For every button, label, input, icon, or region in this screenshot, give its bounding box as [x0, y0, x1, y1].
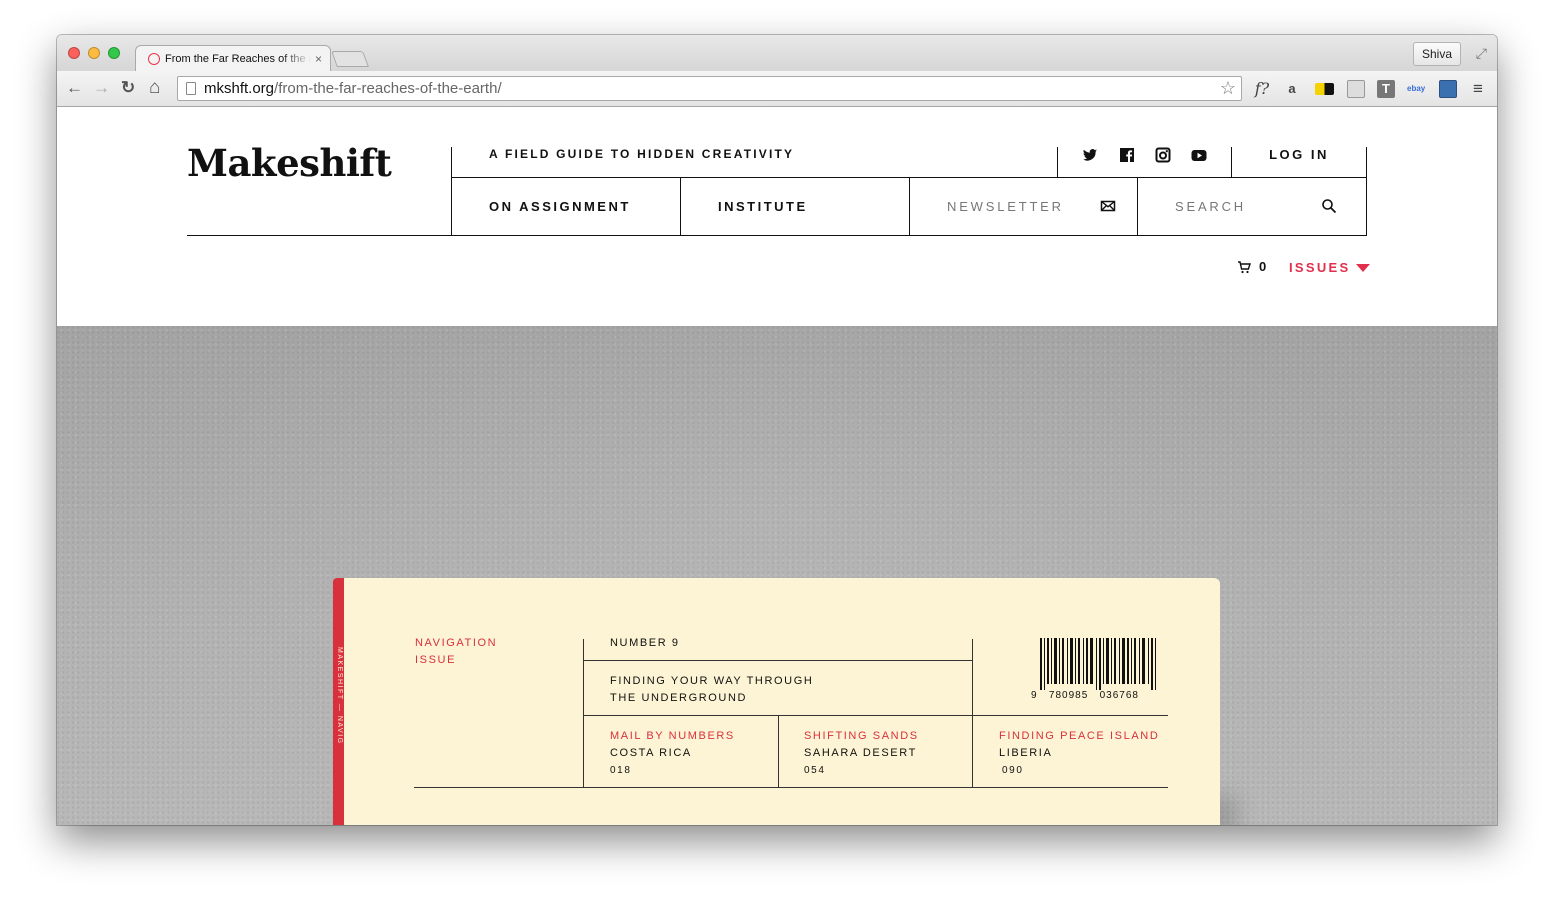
cart-icon	[1238, 260, 1251, 273]
highlight-extension-icon[interactable]	[1315, 83, 1334, 95]
home-icon[interactable]: ⌂	[149, 78, 160, 98]
story-3-title: FINDING PEACE ISLAND	[999, 730, 1160, 742]
header-divider	[451, 147, 452, 236]
window-minimize-button[interactable]	[88, 47, 100, 59]
envelope-icon[interactable]	[1100, 198, 1116, 214]
browser-tab[interactable]: From the Far Reaches of the Earth ×	[135, 45, 331, 72]
browser-toolbar: ← → ↻ ⌂ mkshft.org/from-the-far-reaches-…	[57, 71, 1497, 107]
cover-rule	[583, 660, 973, 661]
bookmark-extension-icon[interactable]	[1439, 80, 1457, 98]
cart-count: 0	[1259, 259, 1267, 274]
header-divider	[1057, 147, 1058, 178]
newsletter-link[interactable]: NEWSLETTER	[947, 178, 1064, 235]
menu-icon[interactable]: ≡	[1469, 80, 1487, 98]
issue-name-line1: NAVIGATION	[415, 637, 498, 649]
url-text: mkshft.org/from-the-far-reaches-of-the-e…	[204, 80, 502, 97]
page-icon	[186, 82, 196, 95]
youtube-icon[interactable]	[1191, 147, 1207, 163]
story-2-title: SHIFTING SANDS	[804, 730, 919, 742]
story-3-page: 090	[1002, 765, 1024, 776]
cover-rule	[778, 715, 779, 788]
bookmark-star-icon[interactable]: ☆	[1220, 78, 1236, 99]
spine-text: MAKESHIFT — NAVIG	[336, 647, 343, 745]
instagram-icon[interactable]	[1155, 147, 1171, 163]
issue-name-line2: ISSUE	[415, 654, 457, 666]
text-extension-icon[interactable]: T	[1377, 80, 1395, 98]
story-1-title: MAIL BY NUMBERS	[610, 730, 735, 742]
story-2-page: 054	[804, 765, 826, 776]
story-3-place: LIBERIA	[999, 747, 1053, 759]
barcode-icon	[1040, 638, 1156, 690]
header-divider	[909, 177, 910, 235]
caret-down-icon	[1356, 263, 1371, 272]
window-close-button[interactable]	[68, 47, 80, 59]
header-divider	[1137, 177, 1138, 235]
feature-title-line1: FINDING YOUR WAY THROUGH	[610, 675, 814, 687]
story-1-place: COSTA RICA	[610, 747, 692, 759]
tab-close-icon[interactable]: ×	[315, 52, 322, 66]
barcode-digits: 9 780985 036768	[1031, 690, 1139, 701]
search-icon[interactable]	[1321, 198, 1337, 214]
back-arrow-icon[interactable]: ←	[66, 78, 83, 98]
cover-rule	[414, 787, 1168, 788]
site-logo[interactable]: Makeshift	[187, 141, 392, 185]
ebay-extension-icon[interactable]: ebay	[1407, 80, 1425, 98]
login-link[interactable]: LOG IN	[1231, 147, 1367, 162]
issue-number: NUMBER 9	[610, 637, 680, 649]
logo-divider	[187, 235, 452, 236]
tab-strip: From the Far Reaches of the Earth × Shiv…	[57, 35, 1497, 72]
makeshift-favicon-icon	[148, 53, 160, 65]
reload-icon[interactable]: ↻	[121, 78, 135, 98]
facebook-icon[interactable]	[1119, 147, 1135, 163]
twitter-icon[interactable]	[1082, 147, 1098, 163]
forward-arrow-icon[interactable]: →	[93, 78, 110, 98]
issues-label: ISSUES	[1289, 260, 1351, 275]
feature-title-line2: THE UNDERGROUND	[610, 692, 748, 704]
issues-dropdown[interactable]: ISSUES	[1289, 260, 1371, 275]
profile-button[interactable]: Shiva	[1412, 42, 1461, 66]
window-zoom-button[interactable]	[108, 47, 120, 59]
search-input[interactable]: SEARCH	[1175, 178, 1246, 235]
header-divider	[680, 177, 681, 235]
fonts-extension-icon[interactable]: f?	[1253, 80, 1271, 98]
new-tab-button[interactable]	[331, 51, 369, 67]
fullscreen-icon[interactable]: ⤢	[1476, 45, 1487, 62]
nav-institute[interactable]: INSTITUTE	[718, 178, 808, 235]
site-tagline: A FIELD GUIDE TO HIDDEN CREATIVITY	[489, 147, 795, 161]
tab-title: From the Far Reaches of the Earth	[165, 53, 311, 65]
nav-on-assignment[interactable]: ON ASSIGNMENT	[489, 178, 631, 235]
clipboard-extension-icon[interactable]	[1347, 80, 1365, 98]
cover-rule	[583, 639, 584, 788]
story-2-place: SAHARA DESERT	[804, 747, 917, 759]
amazon-extension-icon[interactable]: a	[1283, 80, 1301, 98]
story-1-page: 018	[610, 765, 632, 776]
browser-window: From the Far Reaches of the Earth × Shiv…	[57, 35, 1497, 825]
address-bar[interactable]: mkshft.org/from-the-far-reaches-of-the-e…	[177, 76, 1242, 101]
header-divider	[451, 235, 1367, 236]
cart-button[interactable]: 0	[1237, 259, 1266, 274]
cover-rule	[583, 715, 1168, 716]
cover-rule	[972, 639, 973, 788]
webpage: Makeshift A FIELD GUIDE TO HIDDEN CREATI…	[57, 107, 1497, 825]
